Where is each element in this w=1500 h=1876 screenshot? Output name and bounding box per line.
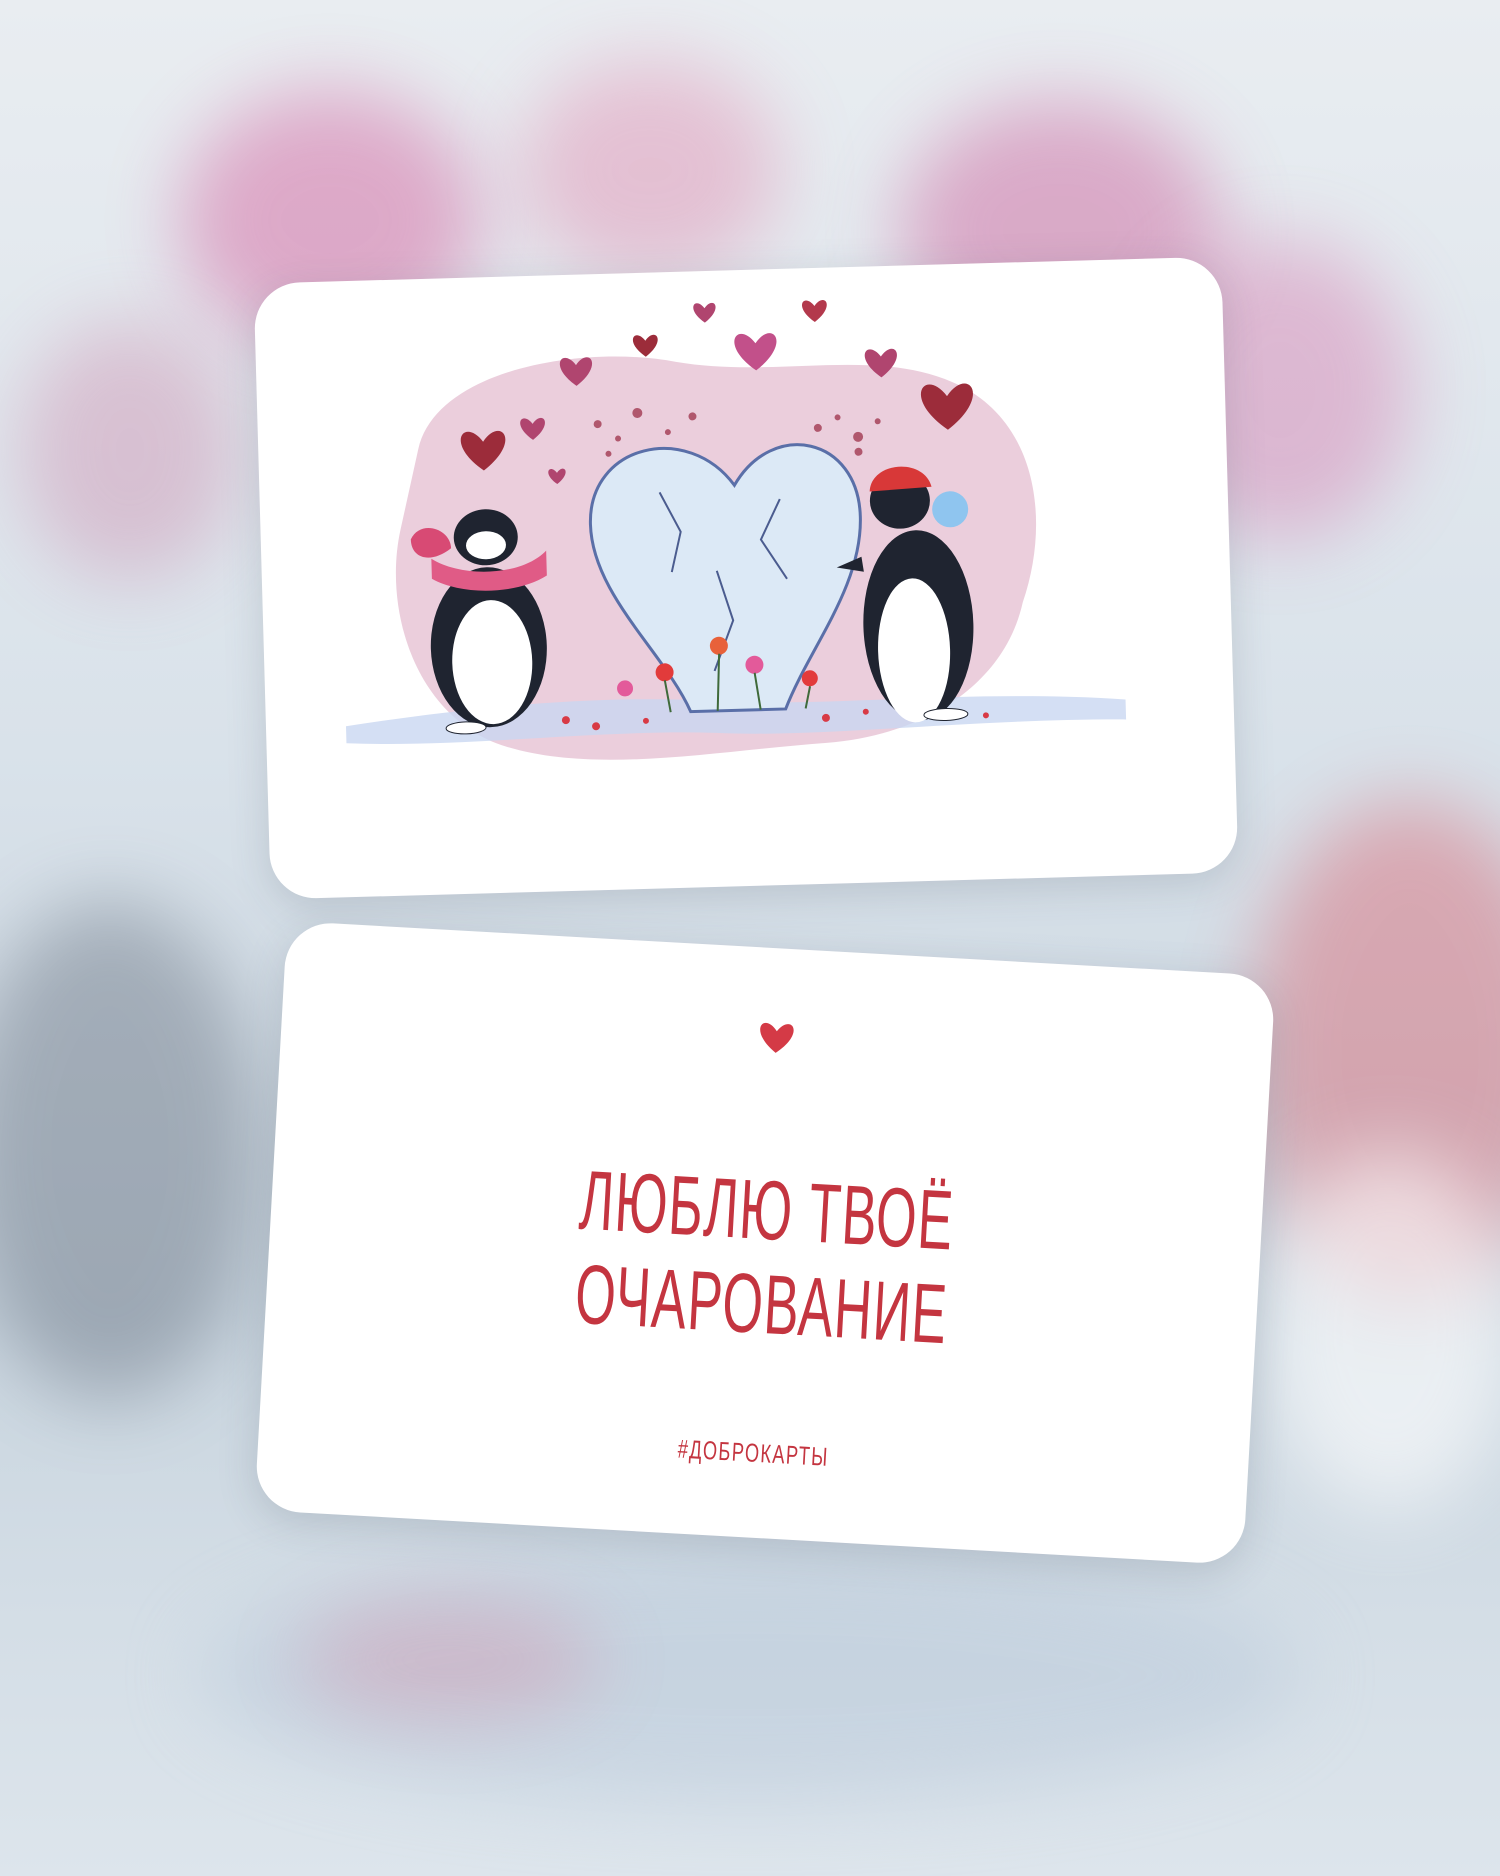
back-card: ЛЮБЛЮ ТВОЁ ОЧАРОВАНИЕ #ДОБРОКАРТЫ [254, 920, 1276, 1566]
hashtag: #ДОБРОКАРТЫ [676, 1433, 830, 1472]
penguins-ice-heart-illustration [345, 300, 1127, 760]
heart-icon [760, 1022, 794, 1053]
front-card [253, 256, 1239, 900]
card-message: ЛЮБЛЮ ТВОЁ ОЧАРОВАНИЕ [453, 1146, 1076, 1368]
